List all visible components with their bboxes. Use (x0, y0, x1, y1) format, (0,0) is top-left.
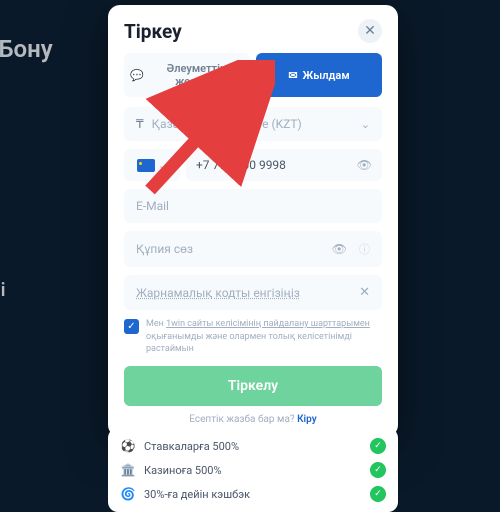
login-prompt: Есептік жазба бар ма? Кіру (124, 414, 382, 425)
tab-social[interactable]: 💬 Әлеуметтік желілер (124, 53, 250, 97)
terms-link[interactable]: 1win сайты келісімінің пайдалану шарттар… (166, 319, 370, 329)
eye-icon: 👁 (332, 242, 347, 256)
consent-checkbox[interactable]: ✓ (124, 319, 139, 334)
email-placeholder: E-Mail (136, 199, 370, 213)
tab-quick[interactable]: ✉ Жылдам (256, 53, 382, 97)
bg-text: Casi (0, 280, 5, 301)
flag-icon (137, 159, 155, 172)
phone-value: +7 771 000 9998 (196, 158, 286, 172)
tenge-icon: ₸ (136, 117, 144, 131)
info-icon: ⓘ (359, 241, 370, 257)
promo-placeholder: Жарнамалық кодты енгізіңіз (136, 286, 351, 300)
casino-icon: 🏛️ (120, 462, 136, 478)
bonus-label: Казиноға 500% (144, 464, 222, 477)
modal-title: Тіркеу (124, 20, 182, 43)
country-select[interactable]: ⌄ (124, 149, 180, 181)
login-link[interactable]: Кіру (297, 414, 317, 425)
email-input[interactable]: E-Mail (124, 189, 382, 223)
submit-button[interactable]: Тіркелу (124, 366, 382, 406)
tab-row: 💬 Әлеуметтік желілер ✉ Жылдам (124, 53, 382, 97)
eye-icon: 👁 (357, 158, 372, 172)
bonus-card: ⚽ Ставкаларға 500% ✓ 🏛️ Казиноға 500% ✓ … (108, 428, 398, 512)
soccer-icon: ⚽ (120, 438, 136, 454)
check-icon: ✓ (370, 462, 386, 478)
bonus-label: Ставкаларға 500% (144, 440, 239, 453)
promo-input[interactable]: Жарнамалық кодты енгізіңіз ✕ (124, 275, 382, 310)
phone-input[interactable]: +7 771 000 9998 👁 (186, 149, 382, 181)
registration-modal: Тіркеу ✕ 💬 Әлеуметтік желілер ✉ Жылдам ₸… (108, 5, 398, 437)
consent-row: ✓ Мен 1win сайты келісімінің пайдалану ш… (124, 318, 382, 356)
bonus-item[interactable]: ⚽ Ставкаларға 500% ✓ (120, 434, 386, 458)
close-icon: ✕ (364, 23, 376, 39)
chevron-down-icon: ⌄ (158, 159, 167, 172)
tab-label: Жылдам (303, 69, 350, 82)
consent-text: Мен 1win сайты келісімінің пайдалану шар… (146, 318, 382, 356)
bonus-label: 30%-ға дейін кэшбэк (144, 488, 250, 501)
password-placeholder: Құпия сөз (136, 242, 324, 256)
phone-row: ⌄ +7 771 000 9998 👁 (124, 149, 382, 181)
currency-value: Қазақстандық теңге (KZT) (152, 117, 353, 131)
mail-icon: ✉ (288, 69, 297, 82)
bonus-item[interactable]: 🌀 30%-ға дейін кэшбэк ✓ (120, 482, 386, 506)
password-input[interactable]: Құпия сөз 👁 ⓘ (124, 231, 382, 267)
tab-label: Әлеуметтік желілер (149, 62, 244, 88)
currency-select[interactable]: ₸ Қазақстандық теңге (KZT) ⌄ (124, 107, 382, 141)
bonus-item[interactable]: 🏛️ Казиноға 500% ✓ (120, 458, 386, 482)
close-button[interactable]: ✕ (358, 19, 382, 43)
clear-icon[interactable]: ✕ (359, 285, 370, 300)
globe-icon: 💬 (130, 69, 144, 82)
modal-header: Тіркеу ✕ (124, 19, 382, 43)
chevron-down-icon: ⌄ (361, 118, 370, 131)
bg-text: с Бону (0, 35, 53, 63)
check-icon: ✓ (370, 438, 386, 454)
